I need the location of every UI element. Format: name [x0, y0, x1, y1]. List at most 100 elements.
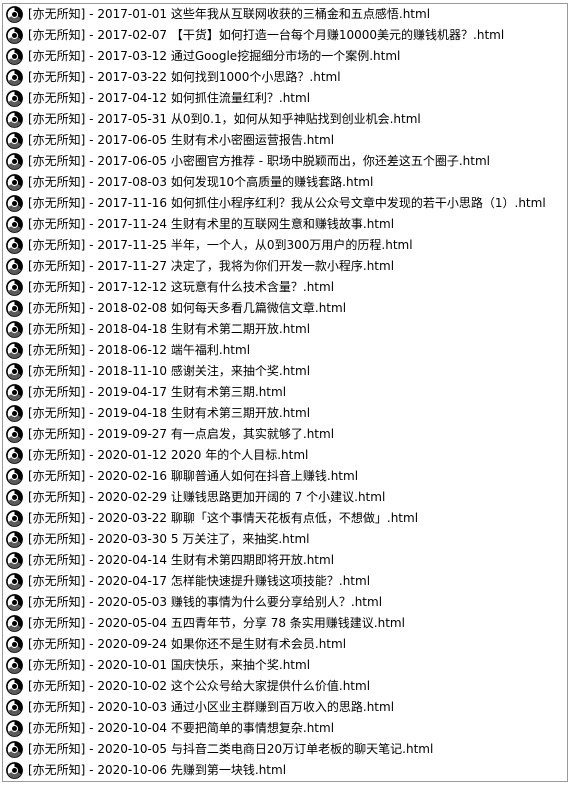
list-item[interactable]: [亦无所知] - 2020-10-03 通过小区业主群赚到百万收入的思路.htm…	[3, 697, 567, 718]
list-item[interactable]: [亦无所知] - 2020-10-02 这个公众号给大家提供什么价值.html	[3, 676, 567, 697]
list-item[interactable]: [亦无所知] - 2017-03-22 如何找到1000个小思路？.html	[3, 67, 567, 88]
chrome-html-file-icon	[6, 468, 23, 485]
list-item[interactable]: [亦无所知] - 2018-06-12 端午福利.html	[3, 340, 567, 361]
file-name: [亦无所知] - 2017-11-16 如何抓住小程序红利？我从公众号文章中发现…	[28, 196, 546, 210]
chrome-html-file-icon	[6, 552, 23, 569]
file-name: [亦无所知] - 2020-10-06 先赚到第一块钱.html	[28, 763, 287, 777]
file-name: [亦无所知] - 2017-04-12 如何抓住流量红利？.html	[28, 91, 311, 105]
list-item[interactable]: [亦无所知] - 2017-05-31 从0到0.1，如何从知乎神贴找到创业机会…	[3, 109, 567, 130]
file-name: [亦无所知] - 2017-03-22 如何找到1000个小思路？.html	[28, 70, 341, 84]
chrome-html-file-icon	[6, 489, 23, 506]
file-name: [亦无所知] - 2020-10-01 国庆快乐，来抽个奖.html	[28, 658, 311, 672]
list-item[interactable]: [亦无所知] - 2020-03-30 5 万关注了，来抽奖.html	[3, 529, 567, 550]
chrome-html-file-icon	[6, 384, 23, 401]
chrome-html-file-icon	[6, 720, 23, 737]
chrome-html-file-icon	[6, 300, 23, 317]
chrome-html-file-icon	[6, 342, 23, 359]
file-name: [亦无所知] - 2018-04-18 生财有术第二期开放.html	[28, 322, 311, 336]
list-item[interactable]: [亦无所知] - 2020-01-12 2020 年的个人目标.html	[3, 445, 567, 466]
chrome-html-file-icon	[6, 594, 23, 611]
file-name: [亦无所知] - 2018-02-08 如何每天多看几篇微信文章.html	[28, 301, 347, 315]
list-item[interactable]: [亦无所知] - 2017-11-27 决定了，我将为你们开发一款小程序.htm…	[3, 256, 567, 277]
list-item[interactable]: [亦无所知] - 2020-10-05 与抖音二类电商日20万订单老板的聊天笔记…	[3, 739, 567, 760]
chrome-html-file-icon	[6, 195, 23, 212]
chrome-html-file-icon	[6, 741, 23, 758]
list-item[interactable]: [亦无所知] - 2020-05-04 五四青年节，分享 78 条实用赚钱建议.…	[3, 613, 567, 634]
chrome-html-file-icon	[6, 69, 23, 86]
list-item[interactable]: [亦无所知] - 2017-06-05 生财有术小密圈运营报告.html	[3, 130, 567, 151]
file-name: [亦无所知] - 2017-11-24 生财有术里的互联网生意和赚钱故事.htm…	[28, 217, 395, 231]
list-item[interactable]: [亦无所知] - 2020-10-06 先赚到第一块钱.html	[3, 760, 567, 781]
list-item[interactable]: [亦无所知] - 2017-12-12 这玩意有什么技术含量？.html	[3, 277, 567, 298]
list-item[interactable]: [亦无所知] - 2017-11-16 如何抓住小程序红利？我从公众号文章中发现…	[3, 193, 567, 214]
file-name: [亦无所知] - 2020-04-14 生财有术第四期即将开放.html	[28, 553, 335, 567]
list-item[interactable]: [亦无所知] - 2017-01-01 这些年我从互联网收获的三桶金和五点感悟.…	[3, 4, 567, 25]
file-name: [亦无所知] - 2020-10-02 这个公众号给大家提供什么价值.html	[28, 679, 371, 693]
list-item[interactable]: [亦无所知] - 2018-04-18 生财有术第二期开放.html	[3, 319, 567, 340]
list-item[interactable]: [亦无所知] - 2020-10-01 国庆快乐，来抽个奖.html	[3, 655, 567, 676]
chrome-html-file-icon	[6, 237, 23, 254]
file-name: [亦无所知] - 2020-05-03 赚钱的事情为什么要分享给别人？.html	[28, 595, 383, 609]
list-item[interactable]: [亦无所知] - 2020-04-17 怎样能快速提升赚钱这项技能？.html	[3, 571, 567, 592]
list-item[interactable]: [亦无所知] - 2017-02-07 【干货】如何打造一台每个月赚10000美…	[3, 25, 567, 46]
list-item[interactable]: [亦无所知] - 2020-03-22 聊聊「这个事情天花板有点低，不想做」.h…	[3, 508, 567, 529]
list-item[interactable]: [亦无所知] - 2017-08-03 如何发现10个高质量的赚钱套路.html	[3, 172, 567, 193]
file-name: [亦无所知] - 2019-04-18 生财有术第三期开放.html	[28, 406, 311, 420]
file-name: [亦无所知] - 2018-06-12 端午福利.html	[28, 343, 251, 357]
list-item[interactable]: [亦无所知] - 2018-11-10 感谢关注，来抽个奖.html	[3, 361, 567, 382]
list-item[interactable]: [亦无所知] - 2020-05-03 赚钱的事情为什么要分享给别人？.html	[3, 592, 567, 613]
file-name: [亦无所知] - 2020-10-05 与抖音二类电商日20万订单老板的聊天笔记…	[28, 742, 434, 756]
list-item[interactable]: [亦无所知] - 2017-03-12 通过Google挖掘细分市场的一个案例.…	[3, 46, 567, 67]
file-name: [亦无所知] - 2017-11-25 半年，一个人，从0到300万用户的历程.…	[28, 238, 413, 252]
file-name: [亦无所知] - 2020-03-22 聊聊「这个事情天花板有点低，不想做」.h…	[28, 511, 419, 525]
list-item[interactable]: [亦无所知] - 2020-02-16 聊聊普通人如何在抖音上赚钱.html	[3, 466, 567, 487]
file-list: [亦无所知] - 2017-01-01 这些年我从互联网收获的三桶金和五点感悟.…	[2, 3, 568, 782]
file-name: [亦无所知] - 2020-04-17 怎样能快速提升赚钱这项技能？.html	[28, 574, 371, 588]
chrome-html-file-icon	[6, 657, 23, 674]
file-name: [亦无所知] - 2017-08-03 如何发现10个高质量的赚钱套路.html	[28, 175, 374, 189]
chrome-html-file-icon	[6, 111, 23, 128]
list-item[interactable]: [亦无所知] - 2020-02-29 让赚钱思路更加开阔的 7 个小建议.ht…	[3, 487, 567, 508]
list-item[interactable]: [亦无所知] - 2019-09-27 有一点启发，其实就够了.html	[3, 424, 567, 445]
file-name: [亦无所知] - 2019-04-17 生财有术第三期.html	[28, 385, 287, 399]
file-name: [亦无所知] - 2020-01-12 2020 年的个人目标.html	[28, 448, 309, 462]
list-item[interactable]: [亦无所知] - 2020-10-04 不要把简单的事情想复杂.html	[3, 718, 567, 739]
file-name: [亦无所知] - 2017-03-12 通过Google挖掘细分市场的一个案例.…	[28, 49, 401, 63]
file-name: [亦无所知] - 2020-03-30 5 万关注了，来抽奖.html	[28, 532, 310, 546]
file-name: [亦无所知] - 2020-10-04 不要把简单的事情想复杂.html	[28, 721, 335, 735]
list-item[interactable]: [亦无所知] - 2020-04-14 生财有术第四期即将开放.html	[3, 550, 567, 571]
chrome-html-file-icon	[6, 573, 23, 590]
list-item[interactable]: [亦无所知] - 2019-04-18 生财有术第三期开放.html	[3, 403, 567, 424]
list-item[interactable]: [亦无所知] - 2020-09-24 如果你还不是生财有术会员.html	[3, 634, 567, 655]
file-name: [亦无所知] - 2017-05-31 从0到0.1，如何从知乎神贴找到创业机会…	[28, 112, 421, 126]
list-item[interactable]: [亦无所知] - 2017-04-12 如何抓住流量红利？.html	[3, 88, 567, 109]
chrome-html-file-icon	[6, 363, 23, 380]
chrome-html-file-icon	[6, 678, 23, 695]
chrome-html-file-icon	[6, 153, 23, 170]
chrome-html-file-icon	[6, 321, 23, 338]
list-item[interactable]: [亦无所知] - 2017-11-24 生财有术里的互联网生意和赚钱故事.htm…	[3, 214, 567, 235]
list-item[interactable]: [亦无所知] - 2018-02-08 如何每天多看几篇微信文章.html	[3, 298, 567, 319]
file-name: [亦无所知] - 2018-11-10 感谢关注，来抽个奖.html	[28, 364, 311, 378]
chrome-html-file-icon	[6, 279, 23, 296]
chrome-html-file-icon	[6, 447, 23, 464]
file-name: [亦无所知] - 2020-09-24 如果你还不是生财有术会员.html	[28, 637, 347, 651]
chrome-html-file-icon	[6, 6, 23, 23]
chrome-html-file-icon	[6, 258, 23, 275]
list-item[interactable]: [亦无所知] - 2017-06-05 小密圈官方推荐 - 职场中脱颖而出，你还…	[3, 151, 567, 172]
chrome-html-file-icon	[6, 174, 23, 191]
list-item[interactable]: [亦无所知] - 2017-11-25 半年，一个人，从0到300万用户的历程.…	[3, 235, 567, 256]
chrome-html-file-icon	[6, 510, 23, 527]
chrome-html-file-icon	[6, 531, 23, 548]
chrome-html-file-icon	[6, 48, 23, 65]
list-item[interactable]: [亦无所知] - 2019-04-17 生财有术第三期.html	[3, 382, 567, 403]
chrome-html-file-icon	[6, 90, 23, 107]
file-name: [亦无所知] - 2017-02-07 【干货】如何打造一台每个月赚10000美…	[28, 28, 505, 42]
chrome-html-file-icon	[6, 615, 23, 632]
file-name: [亦无所知] - 2017-11-27 决定了，我将为你们开发一款小程序.htm…	[28, 259, 395, 273]
chrome-html-file-icon	[6, 216, 23, 233]
file-name: [亦无所知] - 2020-02-16 聊聊普通人如何在抖音上赚钱.html	[28, 469, 359, 483]
file-name: [亦无所知] - 2017-01-01 这些年我从互联网收获的三桶金和五点感悟.…	[28, 7, 431, 21]
file-name: [亦无所知] - 2020-02-29 让赚钱思路更加开阔的 7 个小建议.ht…	[28, 490, 386, 504]
chrome-html-file-icon	[6, 636, 23, 653]
